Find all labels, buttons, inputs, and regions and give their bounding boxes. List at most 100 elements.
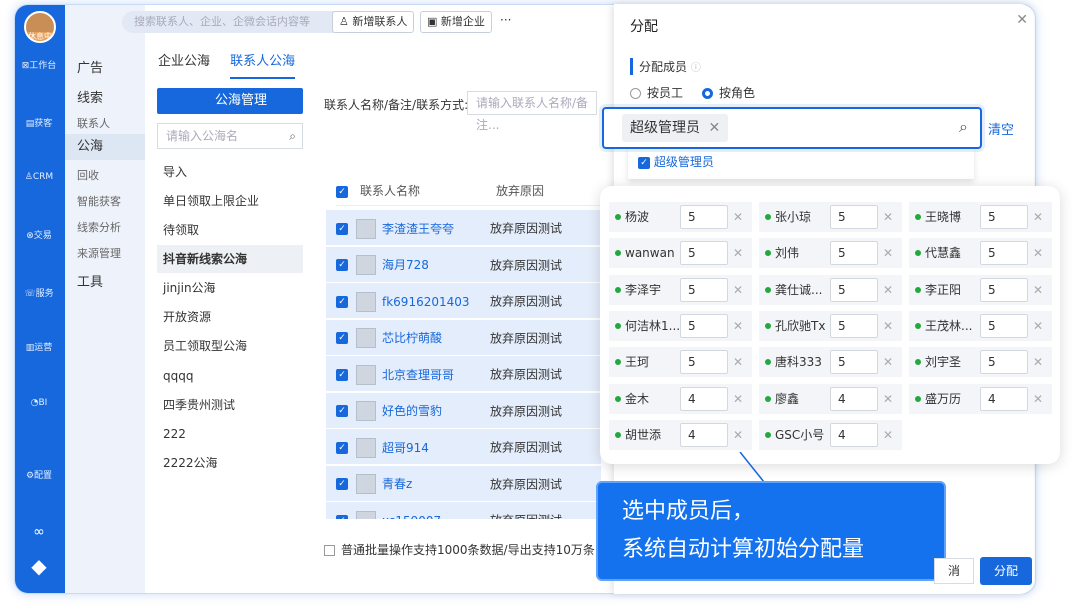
link-icon[interactable]: ∞ [14,524,64,540]
allocation-input[interactable]: 5 [830,277,878,302]
pool-search-input[interactable]: 请输入公海名 ⌕ [157,123,303,149]
contact-name[interactable]: 青春z [382,466,490,502]
row-checkbox[interactable]: ✓ [336,222,348,235]
table-row[interactable]: ✓ fk6916201403 放弃原因测试 [326,283,601,319]
remove-icon[interactable]: ✕ [1033,238,1043,268]
pool-item[interactable]: 222 [157,420,303,448]
remove-icon[interactable]: ✕ [733,384,743,414]
row-checkbox[interactable]: ✓ [336,478,348,490]
remove-icon[interactable]: ✕ [1033,275,1043,305]
remove-icon[interactable]: ✕ [733,275,743,305]
pool-item[interactable]: 导入 [157,158,303,186]
pool-item[interactable]: 单日领取上限企业 [157,187,303,215]
remove-icon[interactable]: ✕ [1033,311,1043,341]
menu-pool[interactable]: 公海 [65,134,145,160]
contact-name[interactable]: 李渣渣王夸夸 [382,211,490,247]
pool-item[interactable]: 抖音新线索公海 [157,245,303,273]
remove-icon[interactable]: ✕ [733,311,743,341]
remove-icon[interactable]: ✕ [733,347,743,377]
allocation-input[interactable]: 5 [680,350,728,375]
contact-name[interactable]: 海月728 [382,247,490,283]
row-checkbox[interactable]: ✓ [336,405,348,417]
dropdown-option[interactable]: 超级管理员 [654,155,714,169]
menu-ads[interactable]: 广告 [77,57,103,76]
cancel-button[interactable]: 消 [934,558,974,584]
table-row[interactable]: ✓ 好色的雪豹 放弃原因测试 [326,392,601,429]
add-contact-button[interactable]: ♙ 新增联系人 [332,11,415,33]
pool-item[interactable]: jinjin公海 [157,274,303,302]
remove-icon[interactable]: ✕ [1033,347,1043,377]
table-row[interactable]: ✓ xs159007放弃原因测试 [326,502,601,520]
rail-item-7[interactable]: ⚙配置 [14,468,64,481]
menu-source[interactable]: 来源管理 [77,245,121,261]
remove-icon[interactable]: ✕ [733,202,743,232]
allocation-input[interactable]: 4 [830,422,878,447]
allocation-input[interactable]: 5 [980,205,1028,229]
contact-name[interactable]: xs159007 [382,503,490,520]
contact-name[interactable]: 超哥914 [382,430,490,466]
table-row[interactable]: ✓ 北京查理哥哥 放弃原因测试 [326,356,601,392]
table-row[interactable]: ✓ 超哥914 放弃原因测试 [326,429,601,465]
row-checkbox[interactable]: ✓ [336,368,348,381]
remove-icon[interactable]: ✕ [1033,202,1043,232]
allocation-input[interactable]: 5 [680,205,728,229]
radio-by-role[interactable]: 按角色 [702,84,755,101]
rail-item-6[interactable]: ◔BI [14,398,64,408]
table-row[interactable]: ✓ 芯比柠萌酸 放弃原因测试 [326,319,601,356]
row-checkbox[interactable]: ✓ [336,441,348,454]
allocation-input[interactable]: 5 [680,241,728,266]
tab-company-pool[interactable]: 企业公海 [158,54,210,69]
menu-recycle[interactable]: 回收 [77,167,99,183]
add-company-button[interactable]: ▣ 新增企业 [420,11,492,33]
allocation-input[interactable]: 4 [830,386,878,411]
allocation-input[interactable]: 4 [680,422,728,447]
menu-smart[interactable]: 智能获客 [77,193,121,209]
menu-leads[interactable]: 线索 [77,87,103,106]
rail-item-3[interactable]: ⊗交易 [14,228,64,241]
row-checkbox[interactable]: ✓ [336,332,348,344]
rail-item-2[interactable]: ♙CRM [14,172,64,182]
contact-name[interactable]: 芯比柠萌酸 [382,320,490,356]
avatar[interactable]: 休息中 [24,11,56,43]
row-checkbox[interactable]: ✓ [336,514,348,519]
pool-item[interactable]: 四季贵州测试 [157,391,303,419]
pool-item[interactable]: 开放资源 [157,303,303,331]
pool-item[interactable]: 待领取 [157,216,303,244]
remove-icon[interactable]: ✕ [883,420,893,450]
allocation-input[interactable]: 5 [830,313,878,338]
remove-icon[interactable]: ✕ [1033,384,1043,414]
pool-manage-button[interactable]: 公海管理 [157,88,303,114]
table-row[interactable]: ✓ 海月728 放弃原因测试 [326,246,601,283]
select-all-checkbox[interactable]: ✓ [336,185,348,198]
remove-icon[interactable]: ✕ [883,238,893,268]
radio-by-employee[interactable]: 按员工 [630,84,683,101]
allocation-input[interactable]: 4 [680,386,728,411]
tag-close-icon[interactable]: ✕ [708,120,720,136]
allocation-input[interactable]: 5 [830,241,878,266]
contact-name[interactable]: fk6916201403 [382,284,490,320]
remove-icon[interactable]: ✕ [883,311,893,341]
row-checkbox[interactable]: ✓ [336,259,348,271]
clear-button[interactable]: 清空 [988,119,1014,138]
remove-icon[interactable]: ✕ [883,202,893,232]
table-row[interactable]: ✓ 青春z 放弃原因测试 [326,465,601,502]
filter-input[interactable]: 请输入联系人名称/备注... [467,91,597,132]
menu-analysis[interactable]: 线索分析 [77,219,121,235]
pool-item[interactable]: qqqq [157,362,303,390]
close-icon[interactable]: ✕ [1016,12,1028,28]
rail-item-5[interactable]: ▥运营 [14,340,64,353]
role-select[interactable]: 超级管理员 ✕ ⌕ [602,107,982,149]
rail-item-1[interactable]: ▤获客 [14,116,64,129]
rail-item-0[interactable]: ⊠工作台 [14,58,64,71]
more-icon[interactable]: ··· [500,13,511,27]
allocation-input[interactable]: 5 [830,350,878,375]
allocation-input[interactable]: 5 [680,277,728,302]
allocation-input[interactable]: 5 [680,313,728,338]
table-row[interactable]: ✓ 李渣渣王夸夸 放弃原因测试 [326,210,601,246]
allocation-input[interactable]: 4 [980,386,1028,411]
allocation-input[interactable]: 5 [980,313,1028,338]
remove-icon[interactable]: ✕ [883,347,893,377]
allocation-input[interactable]: 5 [980,277,1028,302]
menu-tools[interactable]: 工具 [77,271,103,290]
allocation-input[interactable]: 5 [980,350,1028,375]
